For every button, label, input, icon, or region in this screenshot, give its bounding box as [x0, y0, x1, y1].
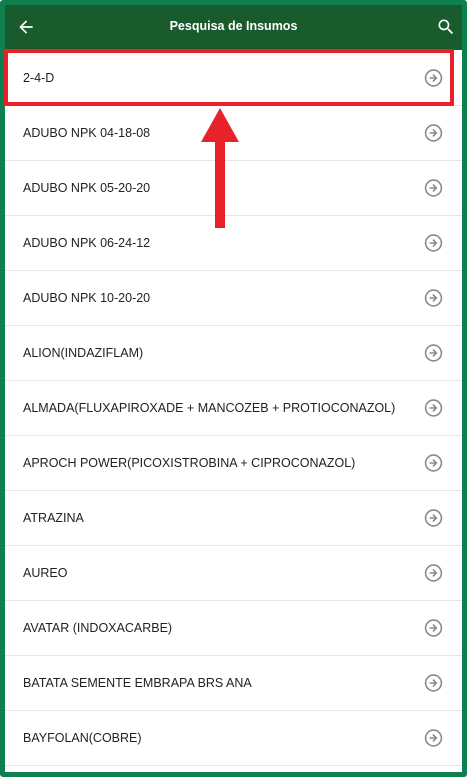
list-item[interactable]: AVATAR (INDOXACARBE)	[5, 601, 462, 656]
list-item[interactable]: APROCH POWER(PICOXISTROBINA + CIPROCONAZ…	[5, 436, 462, 491]
arrow-right-circle-icon[interactable]	[424, 674, 443, 693]
list-item-label: ADUBO NPK 04-18-08	[23, 126, 151, 140]
list-item-label: BATATA SEMENTE EMBRAPA BRS ANA	[23, 676, 252, 690]
arrow-right-circle-icon[interactable]	[424, 619, 443, 638]
search-icon[interactable]	[436, 17, 456, 37]
arrow-right-circle-icon[interactable]	[424, 344, 443, 363]
list-item-label: ATRAZINA	[23, 511, 84, 525]
arrow-right-circle-icon[interactable]	[424, 289, 443, 308]
list-item-label: AUREO	[23, 566, 68, 580]
arrow-right-circle-icon[interactable]	[424, 454, 443, 473]
arrow-right-circle-icon[interactable]	[424, 399, 443, 418]
list-item[interactable]: ATRAZINA	[5, 491, 462, 546]
annotation-highlight-box	[4, 49, 454, 106]
list-item[interactable]: AUREO	[5, 546, 462, 601]
list-item[interactable]: BATATA SEMENTE EMBRAPA BRS ANA	[5, 656, 462, 711]
list-item-label: AVATAR (INDOXACARBE)	[23, 621, 173, 635]
list-item-label: ADUBO NPK 06-24-12	[23, 236, 151, 250]
arrow-right-circle-icon[interactable]	[424, 124, 443, 143]
arrow-right-circle-icon[interactable]	[424, 179, 443, 198]
list-item[interactable]: ADUBO NPK 10-20-20	[5, 271, 462, 326]
list-item[interactable]: ALMADA(FLUXAPIROXADE + MANCOZEB + PROTIO…	[5, 381, 462, 436]
app-bar: Pesquisa de Insumos	[5, 5, 462, 50]
arrow-right-circle-icon[interactable]	[424, 234, 443, 253]
list-item-label: ALION(INDAZIFLAM)	[23, 346, 144, 360]
list-item-label: ALMADA(FLUXAPIROXADE + MANCOZEB + PROTIO…	[23, 401, 396, 415]
list-item-label: ADUBO NPK 05-20-20	[23, 181, 151, 195]
list-item-label: ADUBO NPK 10-20-20	[23, 291, 151, 305]
list-item-label: BAYFOLAN(COBRE)	[23, 731, 142, 745]
list-item[interactable]: ALION(INDAZIFLAM)	[5, 326, 462, 381]
page-title: Pesquisa de Insumos	[169, 19, 298, 33]
list-item-label: APROCH POWER(PICOXISTROBINA + CIPROCONAZ…	[23, 456, 356, 470]
list-item[interactable]: BAYFOLAN(COBRE)	[5, 711, 462, 766]
annotation-arrow-up-icon	[201, 108, 239, 228]
arrow-right-circle-icon[interactable]	[424, 564, 443, 583]
arrow-right-circle-icon[interactable]	[424, 509, 443, 528]
arrow-right-circle-icon[interactable]	[424, 729, 443, 748]
